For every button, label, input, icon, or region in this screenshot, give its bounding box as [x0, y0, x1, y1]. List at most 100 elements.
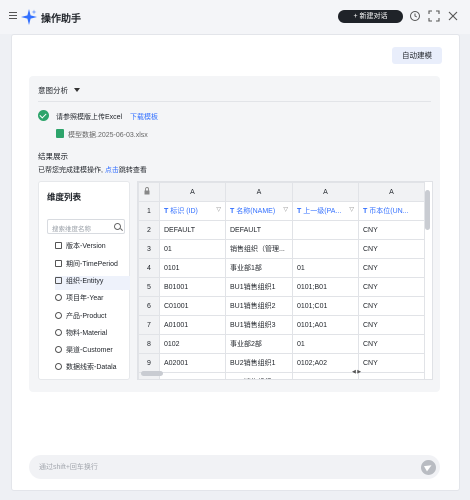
table-cell[interactable]: CNY	[358, 258, 425, 278]
table-cell[interactable]: CNY	[358, 277, 425, 297]
table-cell[interactable]: 销售组织（管理...	[225, 239, 293, 259]
dimension-label: 组织-Entityy	[66, 278, 104, 285]
dimension-item[interactable]: 组织-Entityy	[55, 276, 130, 290]
table-cell[interactable]	[292, 220, 359, 240]
table-cell[interactable]: 事业部1部	[225, 258, 293, 278]
click-link[interactable]: 点击	[105, 167, 119, 174]
row-number[interactable]: 7	[138, 315, 160, 335]
table-cell[interactable]: BU2销售组织2	[225, 372, 293, 379]
table-cell[interactable]	[292, 239, 359, 259]
new-chat-button[interactable]: + 新建对话	[338, 10, 403, 23]
filter-icon[interactable]: ▽	[283, 206, 288, 213]
history-icon[interactable]	[409, 10, 421, 22]
table-cell[interactable]: 01	[292, 334, 359, 354]
table-cell[interactable]: CNY	[358, 296, 425, 316]
table-cell[interactable]: 事业部2部	[225, 334, 293, 354]
dimension-item[interactable]: 物料-Material	[55, 328, 130, 342]
vertical-scrollbar[interactable]	[425, 190, 430, 230]
column-letter[interactable]: A	[292, 182, 359, 202]
dimension-item[interactable]: 版本-Version	[55, 241, 130, 255]
text-type-icon: T	[230, 208, 235, 215]
header-cell[interactable]: T 名称(NAME) ▽	[225, 201, 293, 221]
table-cell[interactable]: A01001	[159, 315, 226, 335]
auto-build-button[interactable]: 自动建模	[392, 47, 442, 64]
org-icon	[55, 277, 62, 284]
table-row[interactable]: 7 A01001 BU1销售组织3 0101;A01 CNY	[138, 315, 425, 335]
table-cell[interactable]: CNY	[358, 315, 425, 335]
dimension-search-input[interactable]: 搜索维度名称	[47, 219, 125, 234]
table-cell[interactable]: DEFAULT	[225, 220, 293, 240]
close-icon[interactable]	[447, 10, 459, 22]
download-template-link[interactable]: 下载模板	[130, 112, 158, 122]
dimension-item[interactable]: 渠道-Customer	[55, 345, 130, 359]
table-cell[interactable]: CNY	[358, 220, 425, 240]
column-letter[interactable]: A	[159, 182, 226, 202]
table-cell[interactable]: 0101;B01	[292, 277, 359, 297]
row-number[interactable]: 4	[138, 258, 160, 278]
table-row[interactable]: 2 DEFAULT DEFAULT CNY	[138, 220, 425, 240]
send-icon[interactable]	[421, 460, 436, 475]
table-cell[interactable]: CNY	[358, 353, 425, 373]
table-cell[interactable]: B02001	[159, 372, 226, 379]
header-cell[interactable]: T 上一级(PA... ▽	[292, 201, 359, 221]
table-row[interactable]: 9 A02001 BU2销售组织1 0102;A02 CNY	[138, 353, 425, 373]
fullscreen-icon[interactable]	[428, 10, 440, 22]
search-icon[interactable]	[114, 223, 121, 230]
table-cell[interactable]: DEFAULT	[159, 220, 226, 240]
row-number[interactable]: 2	[138, 220, 160, 240]
table-cell[interactable]: BU1销售组织2	[225, 296, 293, 316]
horizontal-scrollbar[interactable]	[141, 371, 163, 376]
row-number[interactable]: 9	[138, 353, 160, 373]
table-cell[interactable]: B01001	[159, 277, 226, 297]
uploaded-file-name[interactable]: 模型数据.2025-06-03.xlsx	[68, 130, 148, 140]
filter-icon[interactable]: ▽	[349, 206, 354, 213]
circle-icon	[55, 312, 62, 319]
dimension-item[interactable]: 产品-Product	[55, 311, 130, 325]
table-cell[interactable]: 0101	[159, 258, 226, 278]
column-letter[interactable]: A	[358, 182, 425, 202]
table-row[interactable]: 8 0102 事业部2部 01 CNY	[138, 334, 425, 354]
dimension-item[interactable]: 项目年-Year	[55, 293, 130, 307]
table-cell[interactable]: BU2销售组织1	[225, 353, 293, 373]
table-cell[interactable]: 0102;B02	[292, 372, 359, 379]
menu-icon[interactable]	[9, 12, 17, 19]
row-number[interactable]: 5	[138, 277, 160, 297]
scroll-arrows-icon[interactable]: ◀ ▶	[352, 369, 361, 375]
dimension-label: 渠道-Customer	[66, 347, 113, 354]
dimension-list-title: 维度列表	[47, 192, 82, 202]
row-number[interactable]: 8	[138, 334, 160, 354]
spreadsheet-grid: A A A A 1 T 标识 (ID) ▽ T 名称(NAME) ▽ T 上一级(PA..…	[137, 181, 433, 380]
table-cell[interactable]: CNY	[358, 334, 425, 354]
message-input[interactable]	[39, 461, 399, 473]
row-number[interactable]: 6	[138, 296, 160, 316]
table-cell[interactable]: 0102	[159, 334, 226, 354]
table-cell[interactable]: CNY	[358, 372, 425, 379]
table-row[interactable]: 3 01 销售组织（管理... CNY	[138, 239, 425, 259]
table-cell[interactable]: CNY	[358, 239, 425, 259]
table-cell[interactable]: 0101;A01	[292, 315, 359, 335]
table-cell[interactable]: 0102;A02	[292, 353, 359, 373]
row-number[interactable]: 1	[138, 201, 160, 221]
table-cell[interactable]: 01	[292, 258, 359, 278]
row-number[interactable]: 3	[138, 239, 160, 259]
filter-icon[interactable]: ▽	[216, 206, 221, 213]
table-cell[interactable]: 0101;C01	[292, 296, 359, 316]
table-cell[interactable]: C01001	[159, 296, 226, 316]
header-cell[interactable]: T 币本位(UN...	[358, 201, 425, 221]
intent-analysis-title[interactable]: 意图分析	[38, 85, 68, 96]
dimension-item[interactable]: 期间-TimePeriod	[55, 259, 130, 273]
table-cell[interactable]: 01	[159, 239, 226, 259]
table-cell[interactable]: A02001	[159, 353, 226, 373]
header-label: 标识 (ID)	[170, 208, 198, 215]
chevron-down-icon[interactable]	[74, 88, 80, 92]
table-row[interactable]: 4 0101 事业部1部 01 CNY	[138, 258, 425, 278]
table-cell[interactable]: BU1销售组织3	[225, 315, 293, 335]
table-row[interactable]: 6 C01001 BU1销售组织2 0101;C01 CNY	[138, 296, 425, 316]
column-letter[interactable]: A	[225, 182, 293, 202]
table-cell[interactable]: BU1销售组织1	[225, 277, 293, 297]
dimension-item[interactable]: 数据线索-Datala	[55, 362, 130, 376]
header-cell[interactable]: T 标识 (ID) ▽	[159, 201, 226, 221]
table-row[interactable]: 5 B01001 BU1销售组织1 0101;B01 CNY	[138, 277, 425, 297]
select-all-corner[interactable]	[138, 182, 160, 202]
table-row[interactable]: 10B02001BU2销售组织20102;B02CNY	[138, 372, 425, 379]
